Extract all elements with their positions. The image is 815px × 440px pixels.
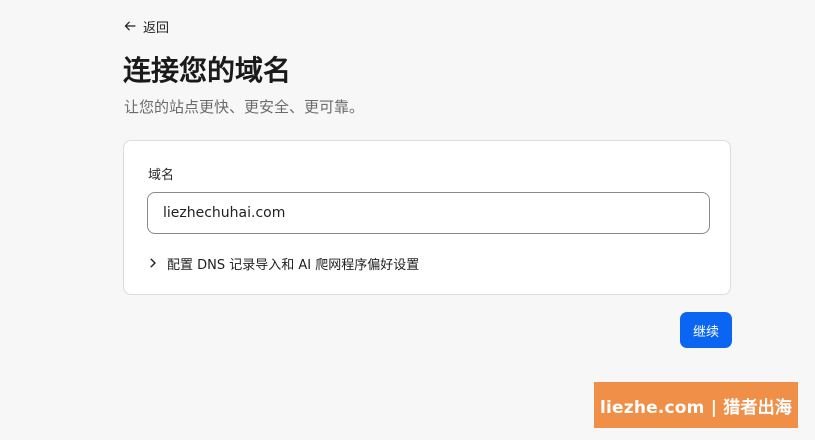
domain-input[interactable]	[147, 192, 710, 234]
domain-field-label: 域名	[148, 168, 175, 183]
advanced-settings-toggle[interactable]: 配置 DNS 记录导入和 AI 爬网程序偏好设置	[148, 253, 419, 273]
arrow-left-icon	[124, 20, 136, 32]
domain-form-card: 域名 配置 DNS 记录导入和 AI 爬网程序偏好设置	[123, 140, 731, 295]
advanced-settings-label: 配置 DNS 记录导入和 AI 爬网程序偏好设置	[167, 257, 420, 273]
continue-button[interactable]: 继续	[680, 312, 732, 348]
page-title: 连接您的域名	[123, 54, 292, 87]
back-label: 返回	[143, 20, 170, 36]
chevron-right-icon	[148, 258, 158, 268]
page-subtitle: 让您的站点更快、更安全、更可靠。	[124, 98, 365, 116]
back-link[interactable]: 返回	[124, 17, 170, 36]
watermark-banner: liezhe.com | 猎者出海	[594, 382, 798, 428]
